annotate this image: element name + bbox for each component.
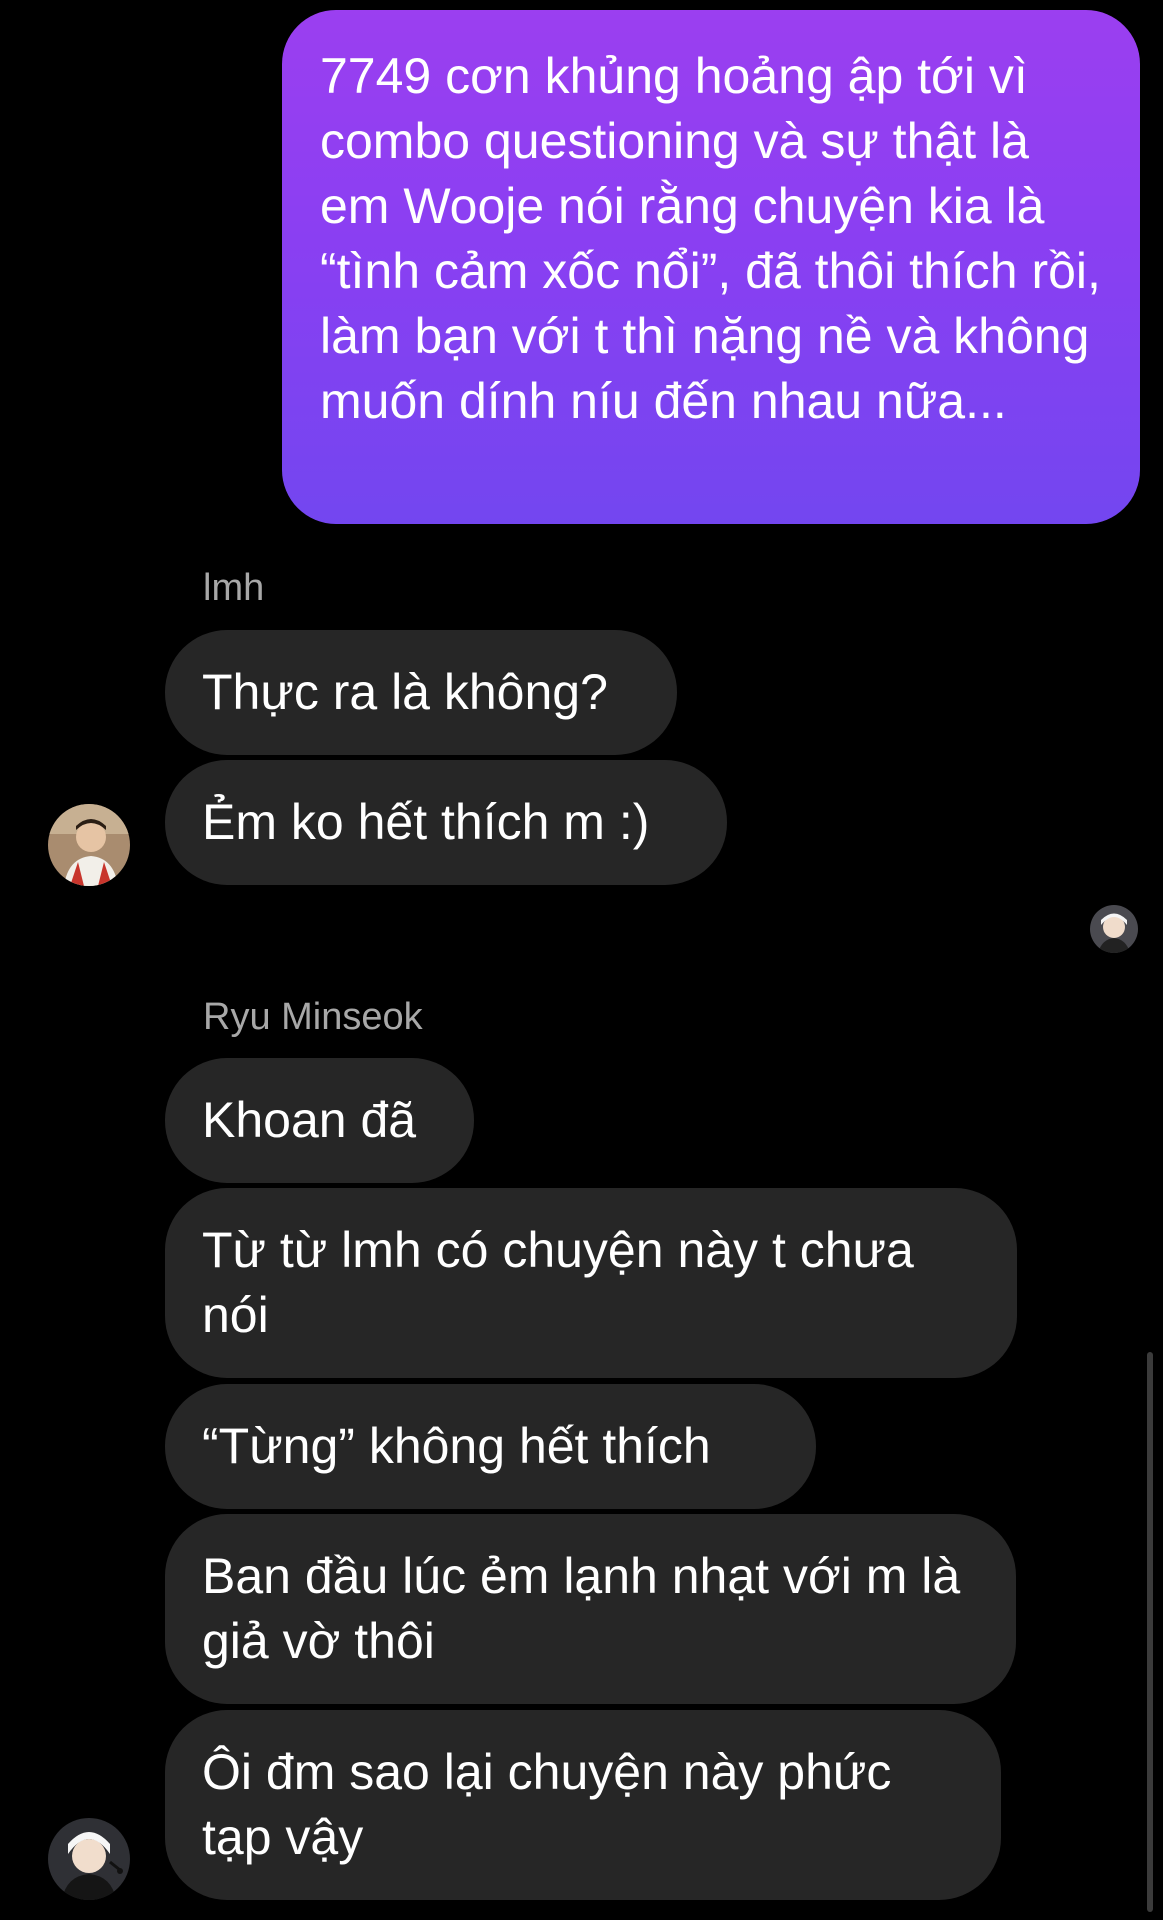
sender-name-lmh: lmh — [203, 567, 265, 609]
incoming-message-bubble[interactable]: Khoan đã — [165, 1058, 474, 1183]
lmh-avatar[interactable] — [48, 804, 130, 886]
incoming-message-bubble[interactable]: Thực ra là không? — [165, 630, 677, 755]
scrollbar[interactable] — [1147, 1352, 1153, 1912]
incoming-message-bubble[interactable]: “Từng” không hết thích — [165, 1384, 816, 1509]
incoming-message-bubble[interactable]: Ẻm ko hết thích m :) — [165, 760, 727, 885]
incoming-message-bubble[interactable]: Ôi đm sao lại chuyện này phức tạp vậy — [165, 1710, 1001, 1900]
incoming-message-bubble[interactable]: Từ từ lmh có chuyện này t chưa nói — [165, 1188, 1017, 1378]
avatar-photo-icon — [48, 1818, 130, 1900]
seen-indicator-avatar — [1090, 905, 1138, 953]
chat-thread: 7749 cơn khủng hoảng ập tới vì combo que… — [0, 0, 1163, 1920]
avatar-photo-icon — [48, 804, 130, 886]
ryu-minseok-avatar[interactable] — [48, 1818, 130, 1900]
incoming-message-bubble[interactable]: Ban đầu lúc ẻm lạnh nhạt với m là giả vờ… — [165, 1514, 1016, 1704]
avatar-photo-icon — [1090, 905, 1138, 953]
sender-name-ryu-minseok: Ryu Minseok — [203, 996, 423, 1038]
outgoing-message-bubble[interactable]: 7749 cơn khủng hoảng ập tới vì combo que… — [282, 10, 1140, 524]
